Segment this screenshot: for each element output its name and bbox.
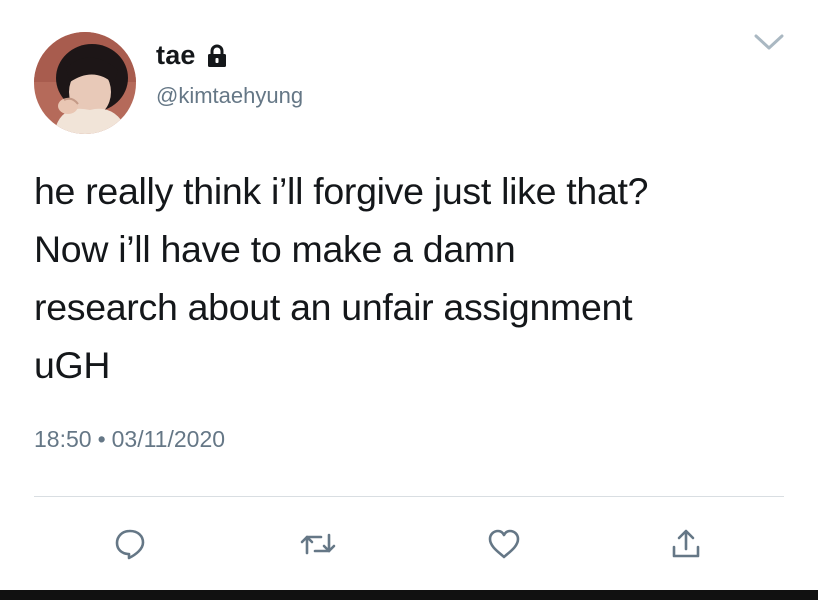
user-handle[interactable]: @kimtaehyung [156,83,303,109]
name-row: tae [156,40,228,71]
bottom-border [0,590,818,600]
like-icon[interactable] [484,524,524,564]
tweet-text-line: uGH [34,344,111,386]
profile-photo-icon [34,32,136,134]
tweet-time: 18:50 [34,426,92,452]
lock-icon [206,44,228,68]
tweet-timestamp[interactable]: 18:50 • 03/11/2020 [34,426,225,453]
avatar[interactable] [34,32,136,134]
tweet-date: 03/11/2020 [111,426,226,452]
chevron-down-icon[interactable] [752,30,786,54]
display-name[interactable]: tae [156,40,196,71]
share-icon[interactable] [666,524,706,564]
meta-separator: • [97,426,106,452]
divider [34,496,784,497]
retweet-icon[interactable] [298,524,338,564]
tweet-text-line: Now i’ll have to make a damn [34,228,516,270]
reply-icon[interactable] [110,524,150,564]
action-bar [0,520,818,570]
tweet-text-line: research about an unfair assignment [34,286,633,328]
tweet-text: he really think i’ll forgive just like t… [34,162,794,394]
tweet-card: tae @kimtaehyung he really think i’ll fo… [0,0,818,600]
tweet-text-line: he really think i’ll forgive just like t… [34,170,649,212]
